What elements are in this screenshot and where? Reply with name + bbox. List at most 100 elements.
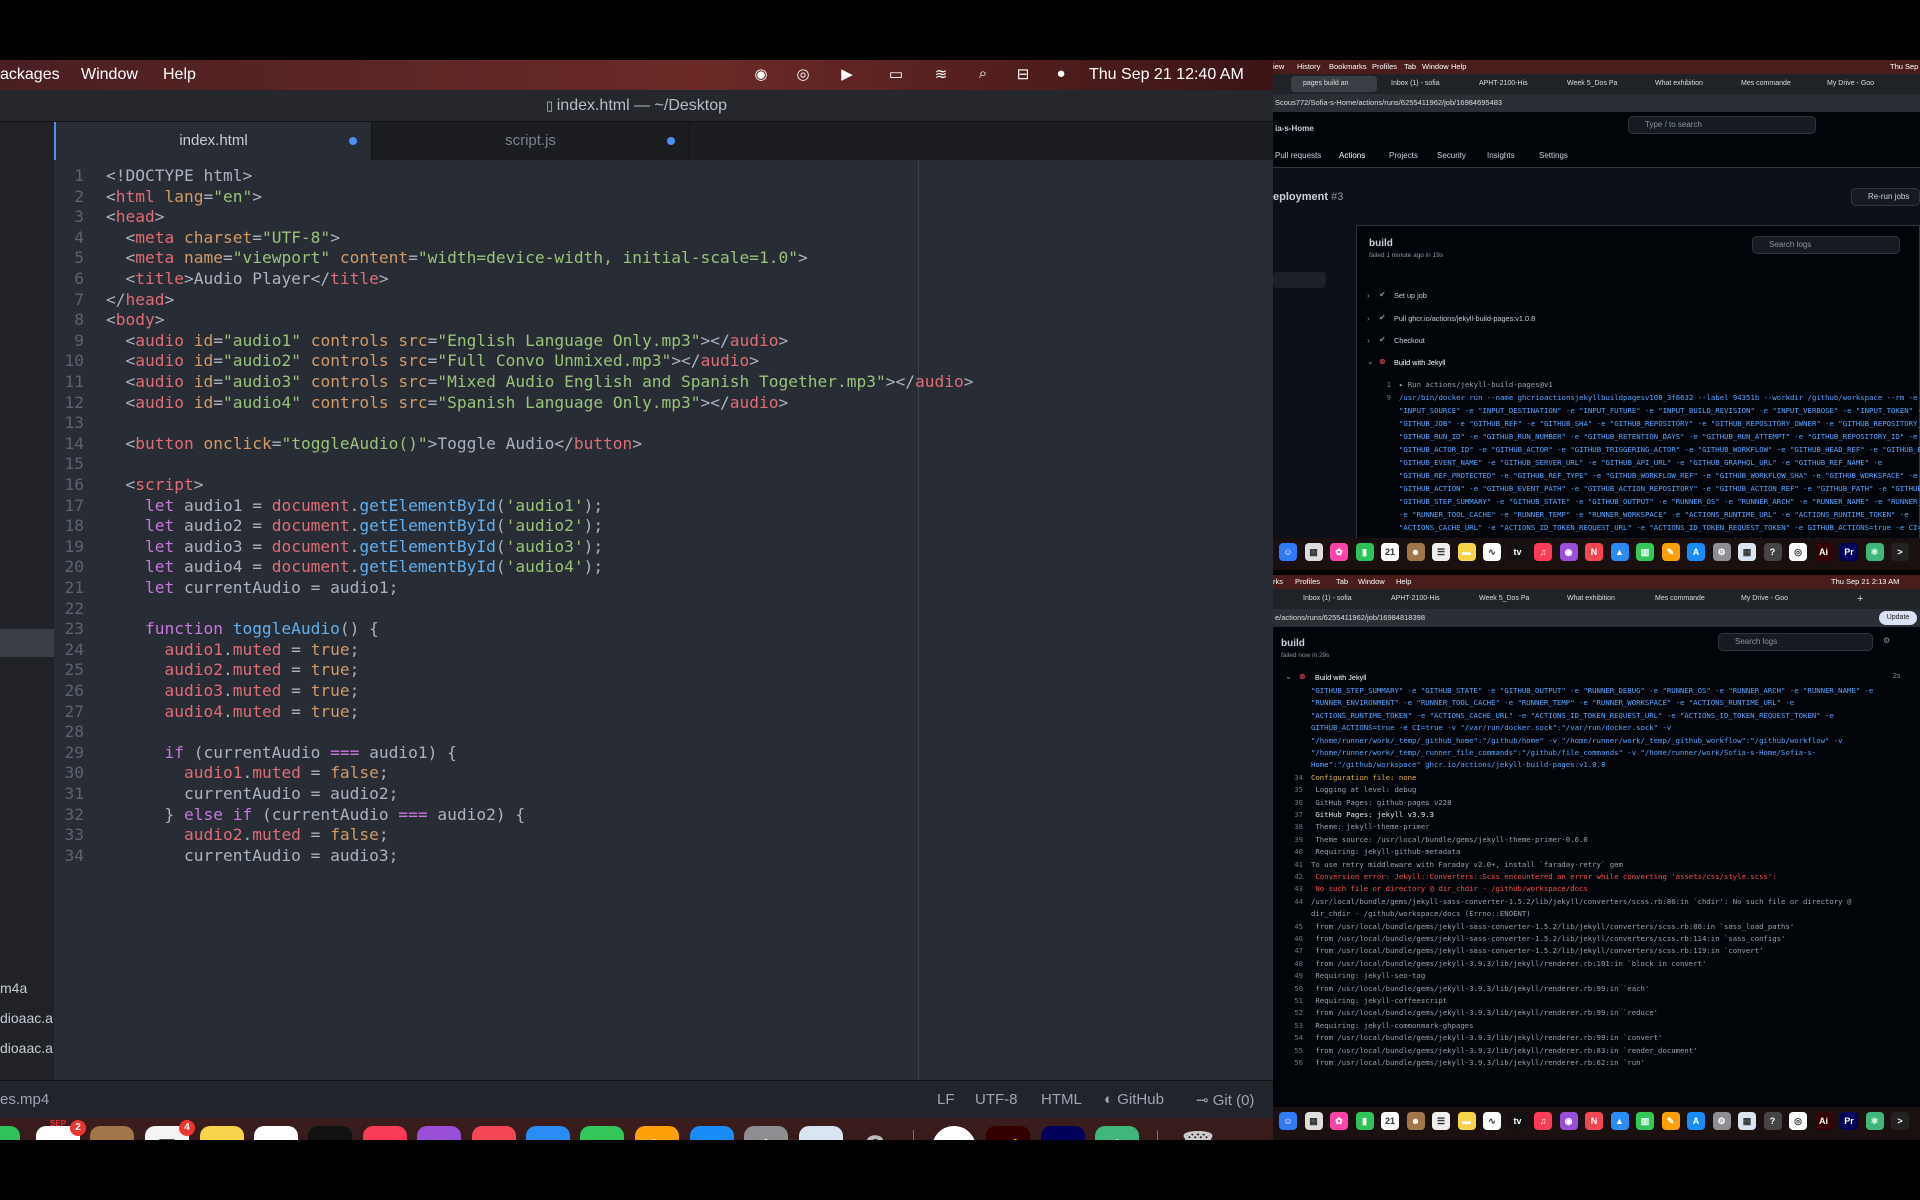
podcasts-icon[interactable]: ◉ [1559, 543, 1578, 561]
news-icon[interactable]: N [1585, 1112, 1603, 1130]
spotlight-search-icon[interactable]: ⌕ [974, 65, 992, 83]
contacts-icon[interactable]: ☻ [1406, 1112, 1425, 1130]
pages-icon[interactable]: ✎ [635, 1126, 679, 1140]
browser-tab[interactable]: My Drive - Goo [1729, 591, 1815, 607]
numbers-icon[interactable]: ▥ [1636, 1112, 1654, 1130]
search-logs-input[interactable]: Search logs [1752, 236, 1900, 254]
appstore-icon[interactable]: A [690, 1126, 734, 1140]
tree-file[interactable]: dioaac.a [0, 1040, 53, 1056]
browser-tab[interactable]: Week 5_Dos Pa [1555, 76, 1641, 92]
music-icon[interactable]: ♫ [363, 1126, 407, 1140]
atom-icon[interactable]: ⚛ [1095, 1126, 1139, 1140]
menu-tab[interactable]: Tab [1336, 577, 1348, 586]
tab-index-html[interactable]: index.html [54, 122, 372, 160]
browser-tab[interactable]: pages build an [1291, 76, 1377, 92]
freeform-icon[interactable]: ∿ [1483, 543, 1501, 561]
premiere-icon[interactable]: Pr [1840, 1112, 1858, 1130]
status-icon-1[interactable]: ◉ [752, 65, 770, 83]
menu-window[interactable]: Window [81, 66, 138, 84]
music-icon[interactable]: ♫ [1534, 1112, 1552, 1130]
step-row[interactable]: › ✔ Checkout [1367, 334, 1920, 350]
appletv-icon[interactable]: tv [1508, 1112, 1527, 1130]
terminal-icon[interactable]: > [1891, 1112, 1909, 1130]
play-icon[interactable]: ▶ [838, 65, 856, 83]
preview-icon[interactable]: ▦ [1738, 1112, 1756, 1130]
photos-icon[interactable]: ✿ [1330, 543, 1348, 561]
browser-tab[interactable]: Mes commande [1643, 591, 1729, 607]
repo-name[interactable]: ia-s-Home [1275, 124, 1314, 133]
browser-tab[interactable]: APHT-2100-His [1379, 591, 1465, 607]
menu-tab[interactable]: Tab [1404, 62, 1416, 71]
menu-bookmarks[interactable]: Bookmarks [1329, 62, 1367, 71]
code-editor[interactable]: 1 <!DOCTYPE html> 2 <html lang="en"> 3 <head>… [54, 160, 1273, 1080]
rerun-jobs-button[interactable]: Re-run jobs [1851, 188, 1920, 206]
finder-icon[interactable]: ☺ [1279, 1112, 1297, 1130]
nav-projects[interactable]: Projects [1389, 151, 1418, 160]
tab-script-js[interactable]: script.js [372, 122, 690, 160]
menu-packages[interactable]: ackages [0, 66, 60, 84]
browser-tab[interactable]: What exhibition [1643, 76, 1729, 92]
preview-icon[interactable]: ▦ [799, 1126, 843, 1140]
step-row-expanded[interactable]: ⌄ ⊗ Build with Jekyll [1367, 356, 1920, 372]
notes-icon[interactable]: ▬ [1457, 1112, 1476, 1130]
menu-clock[interactable]: Thu Sep [1890, 62, 1918, 71]
pages-icon[interactable]: ✎ [1661, 1112, 1680, 1130]
appletv-icon[interactable]: tv [308, 1126, 352, 1140]
menu-clock[interactable]: Thu Sep 21 2:13 AM [1831, 577, 1899, 586]
browser-tab[interactable]: What exhibition [1555, 591, 1641, 607]
pages-icon[interactable]: ✎ [1661, 543, 1680, 561]
appletv-icon[interactable]: tv [1508, 543, 1527, 561]
finder-icon[interactable]: ☺ [1279, 543, 1297, 561]
menu-view[interactable]: iew [1273, 62, 1284, 71]
browser-tab[interactable]: My Drive - Goo [1815, 76, 1901, 92]
chrome-icon[interactable]: ◎ [932, 1126, 976, 1140]
trash-icon[interactable]: 🗑 [1176, 1126, 1220, 1140]
keynote-icon[interactable]: ▲ [1610, 543, 1629, 561]
menu-clock[interactable]: Thu Sep 21 12:40 AM [1089, 66, 1244, 84]
photos-icon[interactable]: ✿ [1330, 1112, 1348, 1130]
premiere-icon[interactable]: Pr [1041, 1126, 1085, 1140]
git-button[interactable]: ⊸ Git (0) [1196, 1091, 1254, 1109]
browser-tab[interactable]: APHT-2100-His [1467, 76, 1553, 92]
help-icon[interactable]: ? [1763, 1112, 1782, 1130]
encoding[interactable]: UTF-8 [975, 1091, 1018, 1108]
system-settings-icon[interactable]: ⚙ [744, 1126, 788, 1140]
nav-actions[interactable]: Actions [1339, 151, 1365, 160]
log-output[interactable]: "GITHUB_STEP_SUMMARY" -e "GITHUB_STATE" … [1283, 686, 1913, 1106]
freeform-icon[interactable]: ∿ [254, 1126, 298, 1140]
status-icon-2[interactable]: ◎ [794, 65, 812, 83]
step-row[interactable]: › ✔ Set up job [1367, 289, 1920, 305]
grammar[interactable]: HTML [1041, 1091, 1082, 1108]
control-center-icon[interactable]: ⊟ [1014, 65, 1032, 83]
siri-icon[interactable]: ● [1052, 65, 1070, 83]
nav-pull-requests[interactable]: Pull requests [1275, 151, 1321, 160]
menu-help[interactable]: Help [1451, 62, 1466, 71]
browser-tab[interactable]: Mes commande [1729, 76, 1815, 92]
menu-profiles[interactable]: Profiles [1295, 577, 1320, 586]
reminders-icon[interactable]: ☰4 [145, 1120, 195, 1140]
calendar-icon[interactable]: 21 [1381, 1112, 1399, 1130]
keynote-icon[interactable]: ▲ [526, 1126, 570, 1140]
notes-icon[interactable]: ▬ [200, 1126, 244, 1140]
facetime-icon[interactable]: ▮ [1355, 1112, 1374, 1130]
github-button[interactable]: ◐ GitHub [1104, 1091, 1164, 1108]
github-search-input[interactable]: Type / to search [1628, 116, 1816, 134]
update-button[interactable]: Update [1879, 611, 1917, 625]
preview-icon[interactable]: ▦ [1738, 543, 1756, 561]
browser-tab[interactable]: Inbox (1) - sofia [1291, 591, 1377, 607]
facetime-icon[interactable]: ▮ [1355, 543, 1374, 561]
menu-window[interactable]: Window [1358, 577, 1385, 586]
chrome-icon[interactable]: ◎ [1789, 1112, 1807, 1130]
podcasts-icon[interactable]: ◉ [1559, 1112, 1578, 1130]
line-ending[interactable]: LF [937, 1091, 955, 1108]
menu-history[interactable]: History [1297, 62, 1320, 71]
system-settings-icon[interactable]: ⚙ [1712, 1112, 1731, 1130]
nav-security[interactable]: Security [1437, 151, 1466, 160]
illustrator-icon[interactable]: Ai [1814, 1112, 1833, 1130]
help-icon[interactable]: ? [1763, 543, 1782, 561]
freeform-icon[interactable]: ∿ [1483, 1112, 1501, 1130]
menu-bookmarks[interactable]: rks [1273, 577, 1283, 586]
search-logs-input[interactable]: Search logs [1718, 633, 1873, 651]
menu-window[interactable]: Window [1422, 62, 1449, 71]
contacts-icon[interactable]: ☻ [1406, 543, 1425, 561]
